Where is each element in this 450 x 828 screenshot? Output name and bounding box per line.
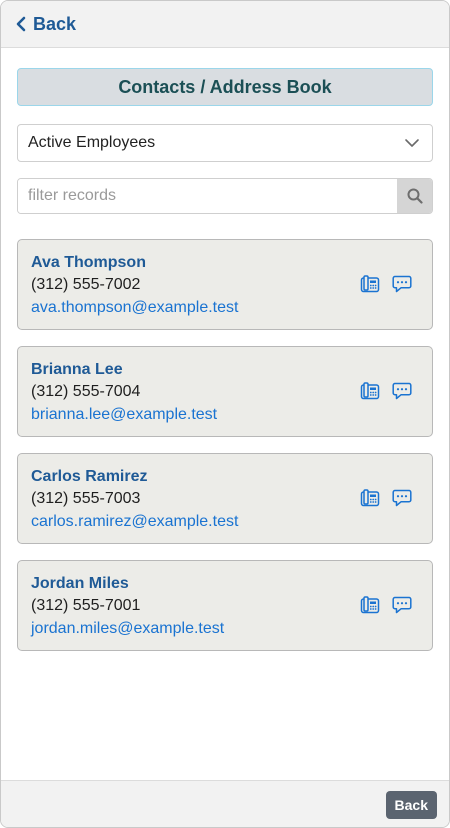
- contact-card: Ava Thompson (312) 555-7002 ava.thompson…: [17, 239, 433, 330]
- contact-actions: [360, 596, 412, 614]
- page-title-text: Contacts / Address Book: [118, 76, 332, 97]
- search-input[interactable]: [18, 179, 397, 213]
- app-frame: Back Contacts / Address Book Active Empl…: [0, 0, 450, 828]
- contact-actions: [360, 489, 412, 507]
- search-icon: [407, 188, 423, 204]
- chevron-down-icon: [404, 138, 420, 148]
- contact-card: Jordan Miles (312) 555-7001 jordan.miles…: [17, 560, 433, 651]
- contact-name: Jordan Miles: [31, 575, 129, 592]
- search-bar: [17, 178, 433, 214]
- contact-card: Brianna Lee (312) 555-7004 brianna.lee@e…: [17, 346, 433, 437]
- contact-email-link[interactable]: carlos.ramirez@example.test: [31, 510, 432, 533]
- chat-bubble-icon[interactable]: [392, 382, 412, 400]
- contact-email-link[interactable]: jordan.miles@example.test: [31, 617, 432, 640]
- contact-actions: [360, 382, 412, 400]
- back-label: Back: [33, 13, 77, 34]
- chat-bubble-icon[interactable]: [392, 275, 412, 293]
- contact-name: Brianna Lee: [31, 361, 123, 378]
- footer-back-button[interactable]: Back: [385, 791, 437, 819]
- fax-phone-icon[interactable]: [360, 596, 380, 614]
- main-content: Contacts / Address Book Active Employees…: [1, 48, 449, 651]
- fax-phone-icon[interactable]: [360, 275, 380, 293]
- select-value: Active Employees: [28, 134, 156, 151]
- chat-bubble-icon[interactable]: [392, 489, 412, 507]
- chat-bubble-icon[interactable]: [392, 596, 412, 614]
- page-title: Contacts / Address Book: [17, 68, 433, 106]
- back-button[interactable]: Back: [1, 14, 76, 35]
- fax-phone-icon[interactable]: [360, 489, 380, 507]
- footer-bar: Back: [1, 780, 449, 827]
- employee-group-select[interactable]: Active Employees: [17, 124, 433, 162]
- top-bar: Back: [1, 1, 449, 48]
- contact-name: Ava Thompson: [31, 254, 146, 271]
- contact-email-link[interactable]: brianna.lee@example.test: [31, 403, 432, 426]
- contact-name: Carlos Ramirez: [31, 468, 148, 485]
- fax-phone-icon[interactable]: [360, 382, 380, 400]
- search-button[interactable]: [397, 179, 432, 213]
- contact-list: Ava Thompson (312) 555-7002 ava.thompson…: [17, 239, 433, 651]
- contact-card: Carlos Ramirez (312) 555-7003 carlos.ram…: [17, 453, 433, 544]
- contact-actions: [360, 275, 412, 293]
- chevron-left-icon: [15, 16, 27, 32]
- contact-email-link[interactable]: ava.thompson@example.test: [31, 296, 432, 319]
